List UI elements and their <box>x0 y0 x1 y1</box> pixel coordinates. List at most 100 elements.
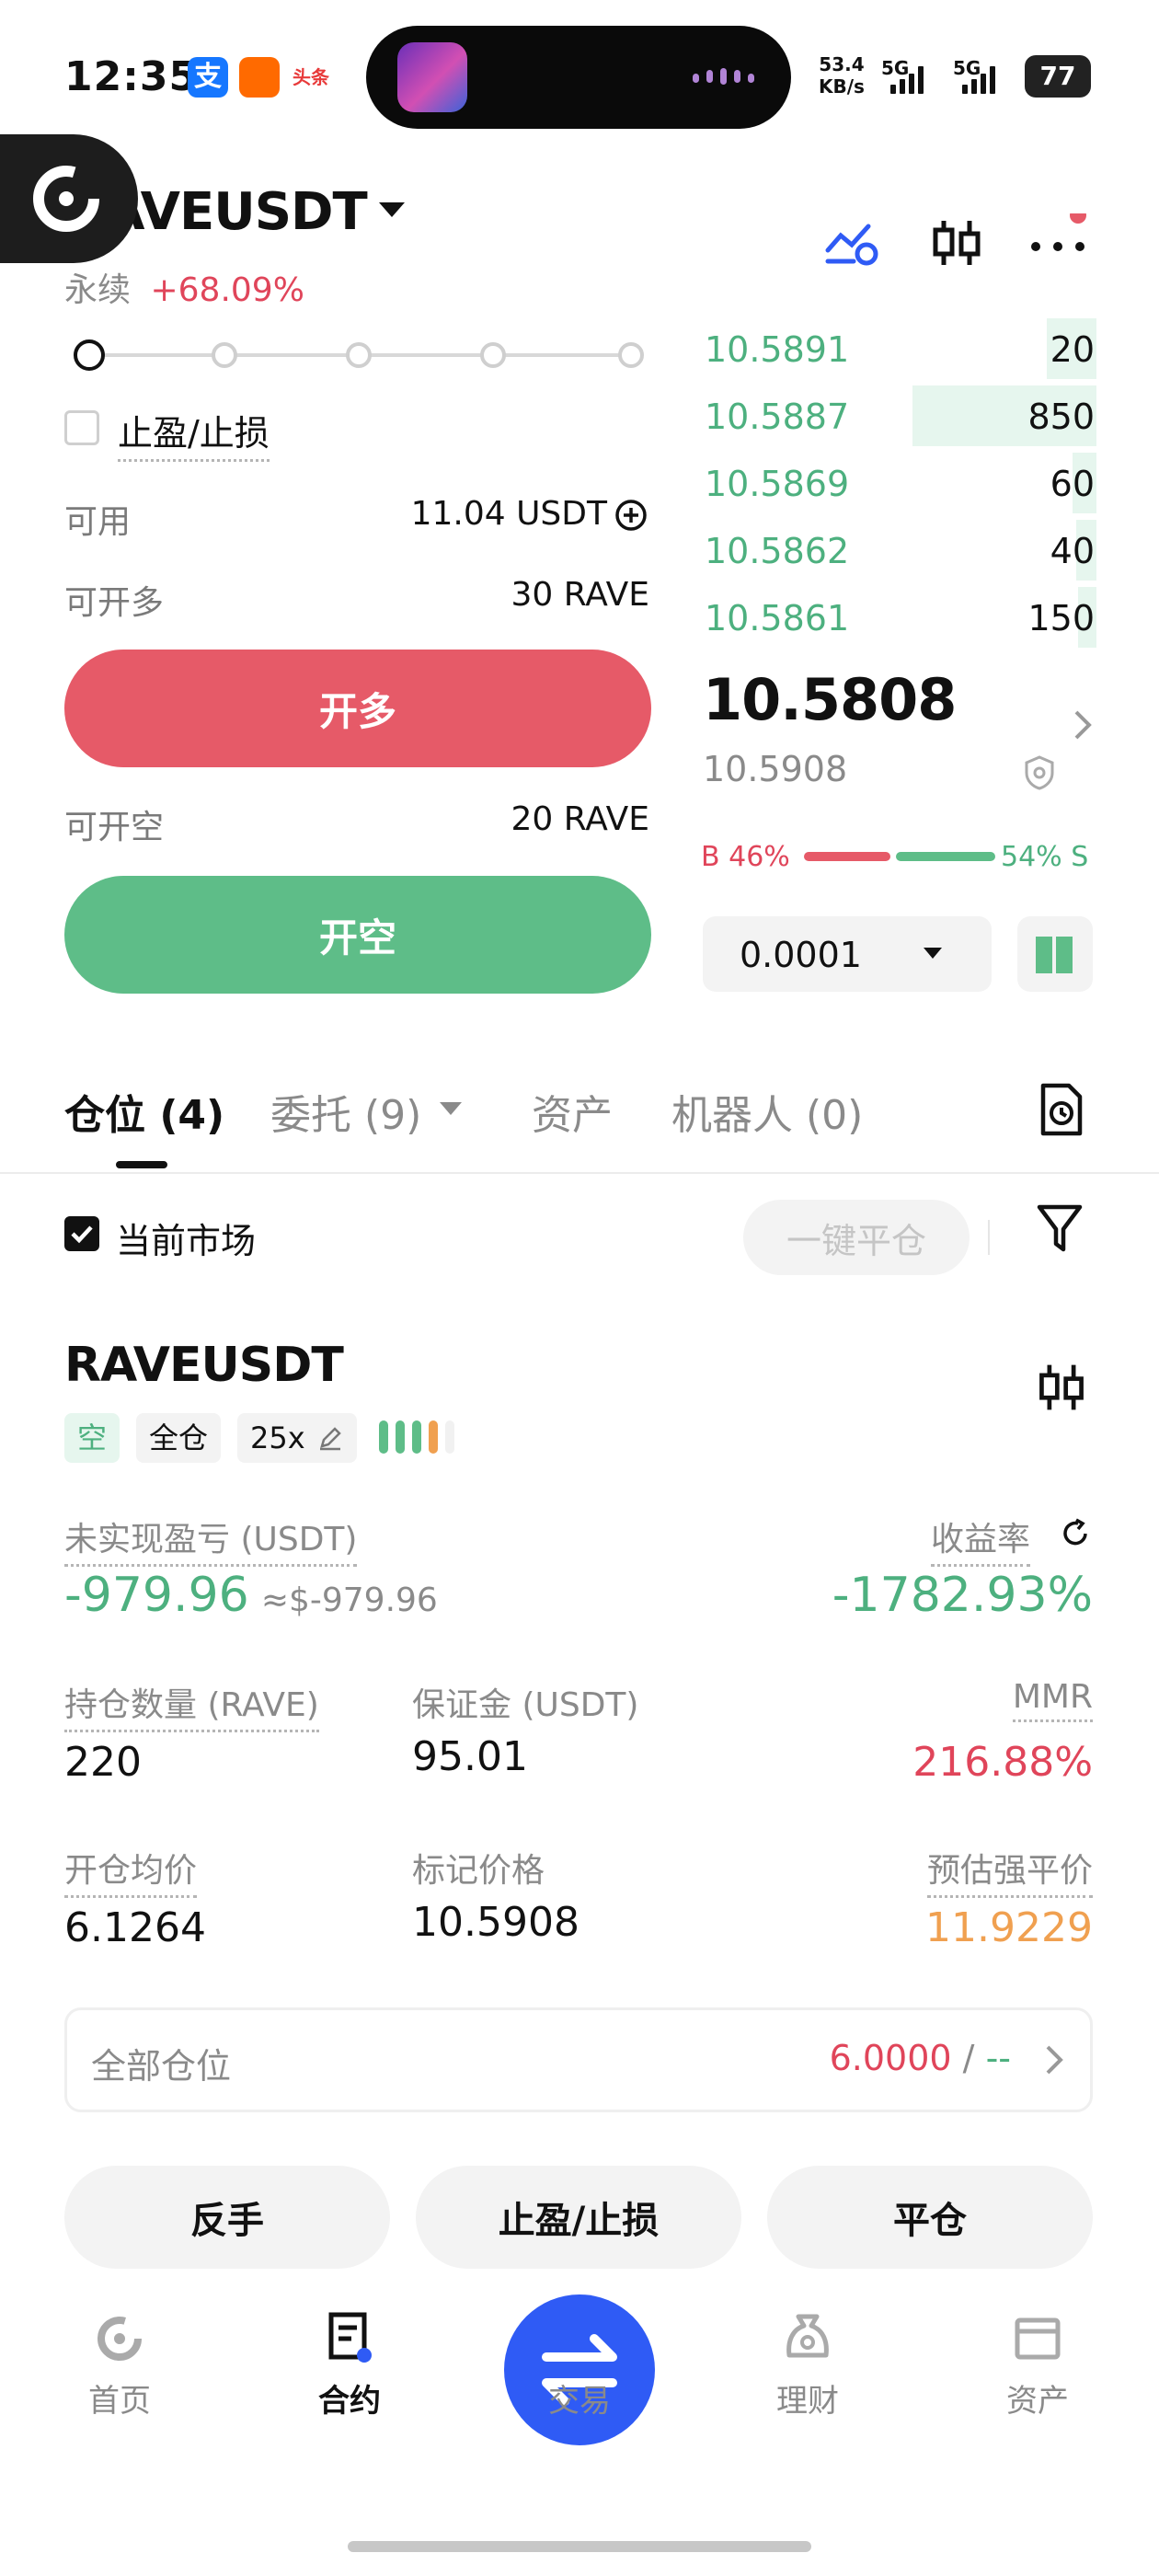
unrealized-pnl-label[interactable]: 未实现盈亏 (USDT) <box>64 1512 358 1567</box>
nav-contract[interactable]: 合约 <box>267 2312 432 2421</box>
candlestick-chart-icon[interactable] <box>927 213 986 272</box>
ask-quantity[interactable]: 60 <box>1050 464 1095 504</box>
all-positions-separator: / <box>962 2038 975 2078</box>
ask-quantity[interactable]: 850 <box>1027 397 1095 437</box>
last-price[interactable]: 10.5808 <box>703 666 957 733</box>
position-size-value: 220 <box>64 1739 142 1786</box>
nav-trade[interactable]: 交易 <box>497 2375 662 2421</box>
roe-value: -1782.93% <box>832 1568 1093 1623</box>
contract-info: 永续 +68.09% <box>64 263 304 311</box>
all-positions-value: 6.0000 <box>829 2038 952 2078</box>
speed-unit: KB/s <box>819 75 865 98</box>
tab-assets[interactable]: 资产 <box>532 1082 613 1141</box>
chevron-right-icon <box>1046 2045 1063 2075</box>
add-funds-icon[interactable] <box>613 497 649 534</box>
ask-price[interactable]: 10.5861 <box>705 598 849 638</box>
nav-trade-label: 交易 <box>548 2383 611 2420</box>
margin-value[interactable]: 95.01 <box>412 1733 528 1780</box>
app-logo-badge[interactable] <box>0 134 138 263</box>
close-all-button[interactable]: 一键平仓 <box>743 1200 970 1275</box>
all-positions-dash: -- <box>985 2038 1011 2078</box>
history-document-icon[interactable] <box>1036 1082 1087 1137</box>
home-logo-icon <box>98 2317 142 2361</box>
caret-down-icon[interactable] <box>379 202 405 217</box>
shield-icon[interactable] <box>1023 754 1056 791</box>
roe-label[interactable]: 收益率 <box>930 1512 1030 1567</box>
liquidation-price-label[interactable]: 预估强平价 <box>926 1844 1093 1898</box>
more-icon[interactable] <box>1028 213 1087 272</box>
nav-finance[interactable]: 理财 <box>725 2314 890 2421</box>
candlestick-chart-icon[interactable] <box>1034 1358 1089 1417</box>
ask-quantity[interactable]: 40 <box>1050 531 1095 571</box>
toutiao-icon: 头条 <box>291 57 331 98</box>
filter-divider <box>988 1220 990 1255</box>
ask-price[interactable]: 10.5869 <box>705 464 849 504</box>
ask-quantity[interactable]: 150 <box>1027 598 1095 638</box>
edit-pencil-icon <box>319 1427 341 1451</box>
unrealized-pnl: -979.96 ≈$-979.96 <box>64 1568 438 1623</box>
layout-green-bar-icon <box>1036 937 1052 973</box>
liquidation-price-value: 11.9229 <box>925 1904 1093 1951</box>
ask-price[interactable]: 10.5862 <box>705 531 849 571</box>
network-speed: 53.4 KB/s <box>819 53 865 98</box>
slider-stop-100[interactable] <box>618 342 644 368</box>
leverage-badge[interactable]: 25x <box>237 1413 357 1463</box>
position-symbol[interactable]: RAVEUSDT <box>64 1338 344 1393</box>
all-positions-summary: 6.0000 / -- <box>830 2038 1011 2078</box>
mmr-value: 216.88% <box>912 1739 1093 1786</box>
signal-bars-icon <box>890 64 924 94</box>
close-position-button[interactable]: 平仓 <box>767 2166 1093 2269</box>
mmr-label[interactable]: MMR <box>1012 1678 1093 1722</box>
dynamic-island[interactable] <box>366 26 791 129</box>
orderbook-layout-button[interactable] <box>1017 916 1093 992</box>
price-alert-icon[interactable] <box>822 213 881 272</box>
trade-fab-button[interactable] <box>504 2294 655 2445</box>
contract-type: 永续 <box>64 271 132 309</box>
orderbook-ask-row[interactable]: 10.5887 850 <box>703 385 1096 446</box>
slider-stop-50[interactable] <box>346 342 372 368</box>
orderbook-ask-row[interactable]: 10.5861 150 <box>703 587 1096 648</box>
tpsl-checkbox[interactable] <box>64 410 99 445</box>
tpsl-label[interactable]: 止盈/止损 <box>118 405 270 462</box>
price-change: +68.09% <box>150 271 304 309</box>
risk-level-icon <box>379 1420 454 1454</box>
unrealized-pnl-usd: ≈$-979.96 <box>260 1581 438 1619</box>
entry-price-label[interactable]: 开仓均价 <box>64 1844 198 1898</box>
current-market-checkbox[interactable] <box>64 1216 99 1251</box>
chevron-right-icon[interactable] <box>1071 708 1095 742</box>
filter-icon[interactable] <box>1034 1202 1085 1259</box>
nav-assets[interactable]: 资产 <box>955 2317 1120 2421</box>
nav-home[interactable]: 首页 <box>37 2317 202 2421</box>
slider-stop-0[interactable] <box>74 339 105 371</box>
share-refresh-icon[interactable] <box>1058 1516 1093 1551</box>
tab-orders[interactable]: 委托 (9) <box>270 1082 421 1141</box>
unrealized-pnl-value: -979.96 <box>64 1568 249 1623</box>
speed-value: 53.4 <box>819 53 865 75</box>
home-indicator[interactable] <box>348 2541 811 2552</box>
ask-quantity[interactable]: 20 <box>1050 329 1095 370</box>
ask-price[interactable]: 10.5887 <box>705 397 849 437</box>
position-size-label[interactable]: 持仓数量 (RAVE) <box>64 1678 319 1732</box>
reverse-position-button[interactable]: 反手 <box>64 2166 390 2269</box>
side-badge: 空 <box>64 1413 120 1463</box>
slider-stop-25[interactable] <box>212 342 237 368</box>
ask-price[interactable]: 10.5891 <box>705 329 849 370</box>
tick-size-select[interactable]: 0.0001 <box>703 916 992 992</box>
tpsl-button[interactable]: 止盈/止损 <box>416 2166 741 2269</box>
orderbook-ask-row[interactable]: 10.5891 20 <box>703 318 1096 379</box>
slider-stop-75[interactable] <box>480 342 506 368</box>
tab-active-indicator <box>116 1161 167 1168</box>
open-short-button[interactable]: 开空 <box>64 876 651 994</box>
current-market-label[interactable]: 当前市场 <box>116 1213 256 1263</box>
tab-bots[interactable]: 机器人 (0) <box>671 1082 863 1141</box>
orderbook-ask-row[interactable]: 10.5869 60 <box>703 453 1096 513</box>
all-positions-row[interactable]: 全部仓位 6.0000 / -- <box>64 2007 1093 2112</box>
open-long-button[interactable]: 开多 <box>64 650 651 767</box>
tick-size-value: 0.0001 <box>740 935 862 975</box>
battery-indicator: 77 <box>1025 55 1091 98</box>
orderbook-ask-row[interactable]: 10.5862 40 <box>703 520 1096 581</box>
available-label: 可用 <box>64 503 132 541</box>
caret-down-icon[interactable] <box>440 1102 462 1115</box>
margin-mode-badge: 全仓 <box>136 1413 222 1463</box>
tab-positions[interactable]: 仓位 (4) <box>64 1082 224 1141</box>
